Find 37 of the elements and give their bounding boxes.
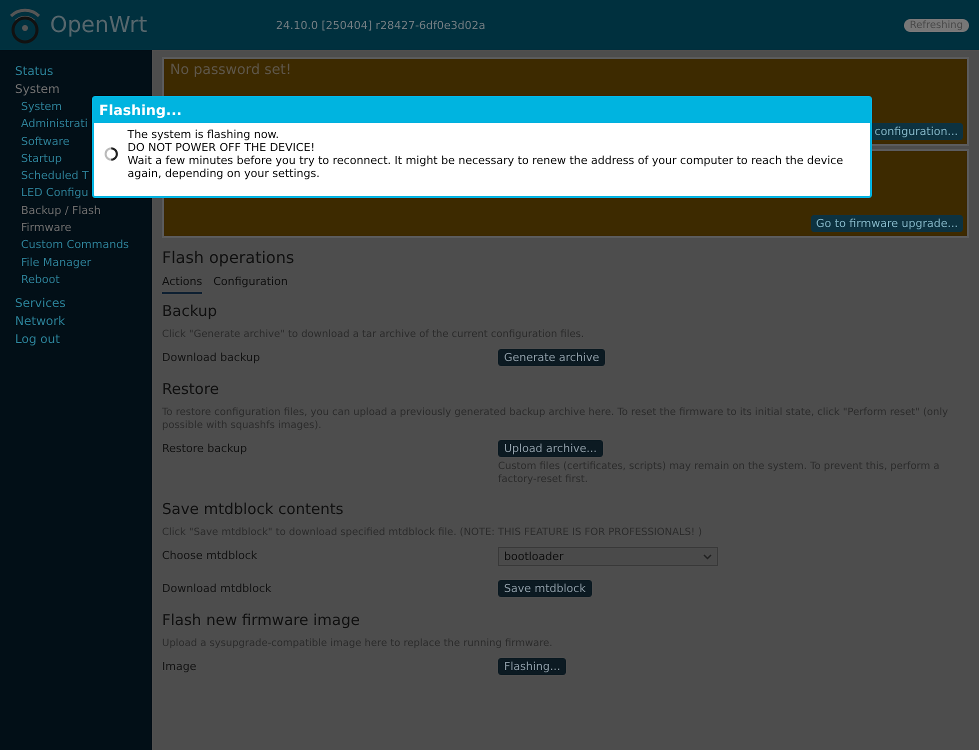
sidebar-item[interactable]: File Manager [21,254,152,271]
action-button[interactable]: Upload archive... [498,440,603,457]
wifi-logo-icon [8,6,42,44]
sidebar-item[interactable]: Custom Commands [21,236,152,254]
tab[interactable]: Actions [162,275,202,294]
field-label: Restore backup [162,441,248,457]
action-button[interactable]: Generate archive [498,349,606,366]
sidebar-item[interactable]: Log out [15,330,152,348]
section-title: Flash new firmware image [162,611,361,629]
section-title: Backup [162,302,218,320]
sidebar-item[interactable]: Services [15,294,152,312]
dropdown-field[interactable]: bootloader [498,547,718,566]
dialog-message: The system is flashing now. DO NOT POWER OFF THE DEVICE! Wait a few minutes before you try to reconnect. It might be necessary to renew the address of your computer to reach the device again, depending on your settings. [127,128,844,180]
sidebar-item[interactable]: Network [15,312,152,330]
field-label: Image [162,659,198,675]
caret-icon [703,554,712,560]
banner-button[interactable]: configuration... [870,123,963,140]
field-label: Download mtdblock [162,581,272,597]
sidebar-item[interactable]: Backup / Flash [21,202,152,220]
action-button[interactable]: Save mtdblock [498,580,592,597]
dialog-title: Flashing... [94,98,870,123]
sidebar-item[interactable]: System [15,80,152,98]
field-label: Choose mtdblock [162,548,258,564]
action-button[interactable]: Flashing... [498,658,566,675]
banner-title: No password set! [170,62,292,80]
version-text: 24.10.0 [250404] r28427-6df0e3d02a [276,18,486,32]
spinner-icon [104,145,118,163]
section-title: Save mtdblock contents [162,500,344,518]
section-title: Restore [162,380,220,398]
sidebar-item[interactable]: Status [15,62,152,80]
sidebar-item[interactable]: Firmware [21,219,152,236]
banner-button[interactable]: Go to firmware upgrade... [811,215,963,232]
page-title: Flash operations [162,248,296,267]
brand-name: OpenWrt [50,12,148,38]
sidebar-item[interactable]: Reboot [21,270,152,288]
field-label: Download backup [162,350,261,366]
tab[interactable]: Configuration [213,275,288,294]
